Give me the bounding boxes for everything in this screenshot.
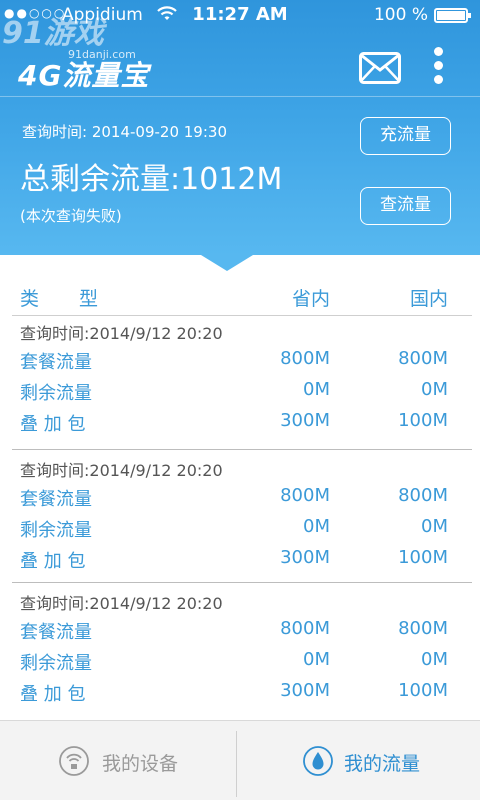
group-divider — [12, 582, 472, 583]
app-screen: ●●○○○ Appidium 11:27 AM 100 % 91游戏 91dan… — [0, 0, 480, 800]
row-label: 套餐流量 — [20, 352, 92, 373]
row-province: 800M — [280, 348, 330, 369]
recharge-button[interactable]: 充流量 — [360, 117, 451, 155]
row-province: 0M — [303, 379, 330, 400]
battery-icon — [434, 8, 471, 23]
header-divider — [0, 96, 480, 97]
nav-bar: 4G流量宝 — [0, 40, 480, 95]
more-dot-icon — [433, 75, 443, 84]
query-status: (本次查询失败) — [20, 207, 122, 225]
row-national: 100M — [398, 680, 448, 701]
table-row: 叠 加 包 300M 100M — [0, 680, 480, 708]
row-label: 叠 加 包 — [20, 684, 86, 705]
row-national: 800M — [398, 485, 448, 506]
column-type: 类型 — [20, 288, 139, 310]
row-province: 300M — [280, 680, 330, 701]
record-query-time: 查询时间:2014/9/12 20:20 — [20, 461, 223, 480]
row-national: 100M — [398, 547, 448, 568]
app-title: 4G流量宝 — [18, 59, 150, 92]
total-remaining-label: 总剩余流量: — [20, 162, 181, 197]
tab-my-traffic[interactable]: 我的流量 — [238, 721, 474, 800]
tab-my-traffic-label: 我的流量 — [344, 753, 421, 775]
row-label: 剩余流量 — [20, 520, 92, 541]
column-national: 国内 — [409, 288, 448, 310]
row-province: 0M — [303, 516, 330, 537]
battery-percent: 100 % — [373, 5, 428, 25]
row-label: 剩余流量 — [20, 383, 92, 404]
table-row: 套餐流量 800M 800M — [0, 348, 480, 376]
table-row: 叠 加 包 300M 100M — [0, 547, 480, 575]
row-national: 0M — [421, 649, 448, 670]
table-header-divider — [12, 315, 472, 316]
check-traffic-button[interactable]: 查流量 — [360, 187, 451, 225]
mail-icon — [359, 52, 401, 84]
tab-my-devices[interactable]: 我的设备 — [0, 721, 236, 800]
more-menu-button[interactable] — [426, 44, 450, 88]
row-province: 800M — [280, 618, 330, 639]
row-label: 套餐流量 — [20, 489, 92, 510]
row-province: 300M — [280, 547, 330, 568]
row-national: 800M — [398, 618, 448, 639]
table-row: 剩余流量 0M 0M — [0, 379, 480, 407]
total-remaining: 总剩余流量:1012M — [20, 154, 282, 198]
row-national: 0M — [421, 379, 448, 400]
table-row: 套餐流量 800M 800M — [0, 618, 480, 646]
row-province: 800M — [280, 485, 330, 506]
summary-query-time: 查询时间: 2014-09-20 19:30 — [22, 123, 227, 141]
row-label: 叠 加 包 — [20, 414, 86, 435]
table-row: 剩余流量 0M 0M — [0, 649, 480, 677]
total-remaining-value: 1012M — [180, 162, 283, 197]
row-national: 800M — [398, 348, 448, 369]
bottom-tab-bar: 我的设备 我的流量 — [0, 720, 480, 800]
table-row: 叠 加 包 300M 100M — [0, 410, 480, 438]
table-row: 剩余流量 0M 0M — [0, 516, 480, 544]
header-panel: ●●○○○ Appidium 11:27 AM 100 % 91游戏 91dan… — [0, 0, 480, 255]
row-label: 剩余流量 — [20, 653, 92, 674]
row-national: 0M — [421, 516, 448, 537]
row-province: 0M — [303, 649, 330, 670]
wifi-device-icon — [59, 746, 89, 776]
water-drop-icon — [303, 746, 333, 776]
table-row: 套餐流量 800M 800M — [0, 485, 480, 513]
table-header: 类型 省内 国内 — [0, 284, 480, 314]
header-pointer — [201, 255, 253, 271]
column-province: 省内 — [291, 288, 330, 310]
tab-my-devices-label: 我的设备 — [102, 753, 179, 775]
more-dot-icon — [433, 61, 443, 70]
record-query-time: 查询时间:2014/9/12 20:20 — [20, 324, 223, 343]
row-national: 100M — [398, 410, 448, 431]
row-province: 300M — [280, 410, 330, 431]
mail-button[interactable] — [356, 50, 404, 86]
more-dot-icon — [433, 47, 443, 56]
tab-divider — [236, 731, 237, 797]
record-query-time: 查询时间:2014/9/12 20:20 — [20, 594, 223, 613]
row-label: 叠 加 包 — [20, 551, 86, 572]
row-label: 套餐流量 — [20, 622, 92, 643]
group-divider — [12, 449, 472, 450]
